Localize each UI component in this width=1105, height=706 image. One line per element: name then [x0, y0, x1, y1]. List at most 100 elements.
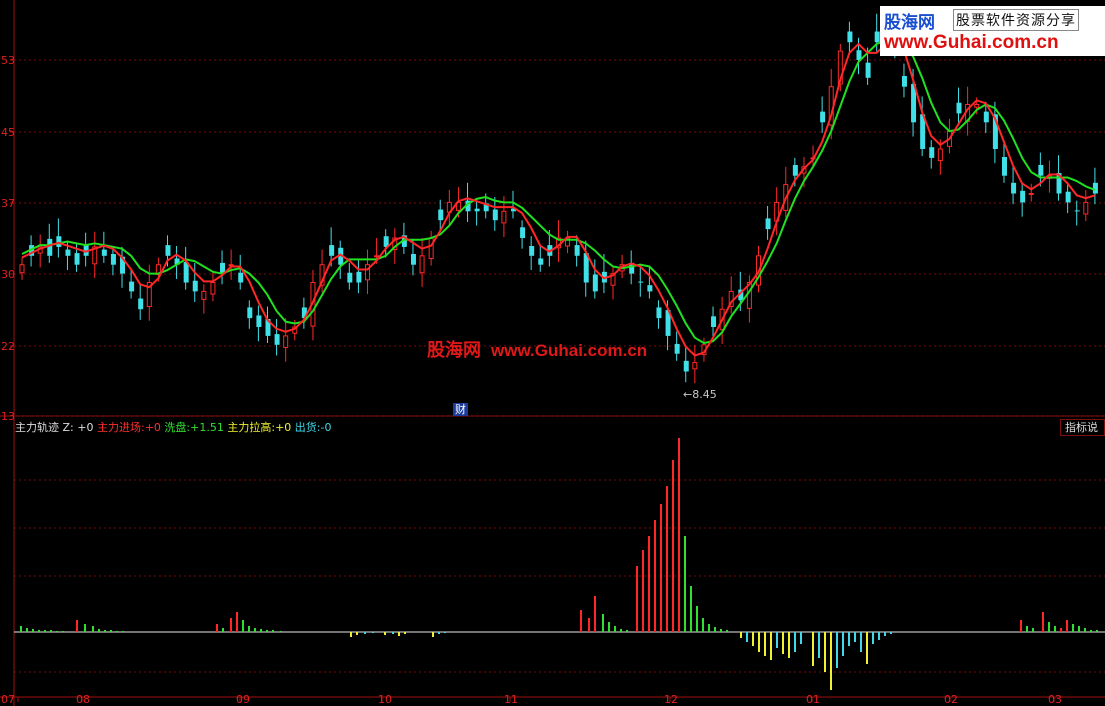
indicator-bar — [776, 632, 778, 648]
candle-body — [529, 246, 535, 256]
indicator-bar — [350, 632, 352, 637]
y-tick-label: 53 — [1, 54, 15, 67]
indicator-bar — [830, 632, 832, 690]
indicator-bar — [708, 624, 710, 632]
indicator-bar — [684, 536, 686, 632]
indicator-legend: 主力轨迹 Z: +0 主力进场:+0 洗盘:+1.51 主力拉高:+0 出货:-… — [15, 421, 331, 434]
indicator-bar — [1042, 612, 1044, 632]
candle-body — [347, 272, 353, 283]
indicator-bar — [92, 626, 94, 632]
indicator-bar — [702, 618, 704, 632]
site-logo[interactable]: 股海网 股票软件资源分享 www.Guhai.com.cn — [880, 6, 1105, 56]
ma-slow-line — [21, 39, 1096, 345]
indicator-bar — [1072, 624, 1074, 632]
indicator-bar — [626, 630, 628, 632]
indicator-bar — [98, 629, 100, 632]
indicator-name: 主力轨迹 — [15, 421, 59, 434]
low-price-marker: ←8.45 — [683, 388, 717, 401]
indicator-bar — [648, 536, 650, 632]
indicator-bar — [266, 630, 268, 632]
x-tick-label: 07 — [1, 693, 15, 706]
indicator-bar — [752, 632, 754, 646]
indicator-bar — [642, 550, 644, 632]
indicator-bar — [1066, 620, 1068, 632]
x-tick-label: 01 — [806, 693, 820, 706]
candle-body — [247, 307, 253, 319]
candle-body — [1083, 201, 1089, 215]
indicator-bar — [848, 632, 850, 646]
indicator-bar — [878, 632, 880, 640]
indicator-bar — [104, 630, 106, 632]
candle-body — [538, 258, 544, 265]
candle-body — [138, 298, 144, 310]
indicator-bar — [794, 632, 796, 652]
candle-body — [1092, 182, 1098, 194]
candle-body — [520, 227, 526, 238]
candle-body — [792, 165, 798, 176]
candle-body — [356, 271, 362, 283]
candle-body — [1065, 191, 1071, 203]
candle-body — [901, 76, 907, 87]
indicator-z-label: Z: — [62, 421, 74, 434]
candle-body — [47, 238, 53, 256]
candle-body — [956, 102, 962, 114]
x-tick-label: 11 — [504, 693, 518, 706]
indicator-bar — [746, 632, 748, 642]
indicator-bar — [76, 620, 78, 632]
indicator-bar — [1078, 626, 1080, 632]
indicator-bar — [236, 612, 238, 632]
candle-body — [274, 334, 280, 345]
legend-entry-label: 主力进场: — [96, 421, 145, 434]
candle-body — [129, 281, 135, 292]
candle-body — [983, 111, 989, 123]
candle-body — [419, 255, 425, 274]
candle-body — [1038, 165, 1044, 176]
candle-body — [638, 281, 644, 283]
indicator-bar — [666, 486, 668, 632]
candle-body — [656, 307, 662, 319]
indicator-bar — [62, 631, 64, 632]
candle-body — [692, 362, 698, 370]
indicator-bar — [726, 630, 728, 632]
indicator-bar — [758, 632, 760, 652]
indicator-bar — [580, 610, 582, 632]
indicator-bar — [1084, 628, 1086, 632]
indicator-bar — [1032, 628, 1034, 632]
candle-body — [674, 343, 680, 354]
indicator-bar — [714, 627, 716, 632]
indicator-bar — [1090, 630, 1092, 632]
indicator-bar — [56, 631, 58, 632]
candle-body — [329, 245, 335, 256]
indicator-bar — [222, 628, 224, 632]
candle-body — [201, 290, 207, 300]
candle-body — [847, 31, 853, 43]
indicator-bar — [1060, 628, 1062, 632]
candle-body — [238, 272, 244, 283]
indicator-bar — [122, 631, 124, 632]
y-tick-label: 22 — [1, 340, 15, 353]
logo-slogan: 股票软件资源分享 — [953, 9, 1079, 31]
indicator-bar — [1026, 626, 1028, 632]
indicator-bar — [620, 629, 622, 632]
legend-wash-value: +1.51 — [190, 421, 224, 434]
indicator-bar — [438, 632, 440, 634]
candle-body — [647, 285, 653, 292]
candle-body — [438, 209, 444, 221]
candle-body — [574, 245, 580, 256]
candle-body — [929, 147, 935, 158]
indicator-bar — [116, 631, 118, 632]
candle-body — [256, 315, 262, 327]
indicator-bar — [432, 632, 434, 637]
finance-badge[interactable]: 财 — [453, 403, 468, 416]
indicator-bar — [764, 632, 766, 656]
watermark-site-url: www.Guhai.com.cn — [491, 341, 648, 360]
indicator-bar — [248, 626, 250, 632]
indicator-bar — [272, 630, 274, 632]
indicator-help-button[interactable]: 指标说 — [1060, 419, 1105, 436]
indicator-bar — [364, 632, 366, 634]
indicator-bar — [1020, 620, 1022, 632]
legend-entry-value: +0 — [144, 421, 161, 434]
indicator-z-value: +0 — [77, 421, 94, 434]
candle-body — [865, 62, 871, 78]
indicator-bar — [372, 632, 374, 633]
